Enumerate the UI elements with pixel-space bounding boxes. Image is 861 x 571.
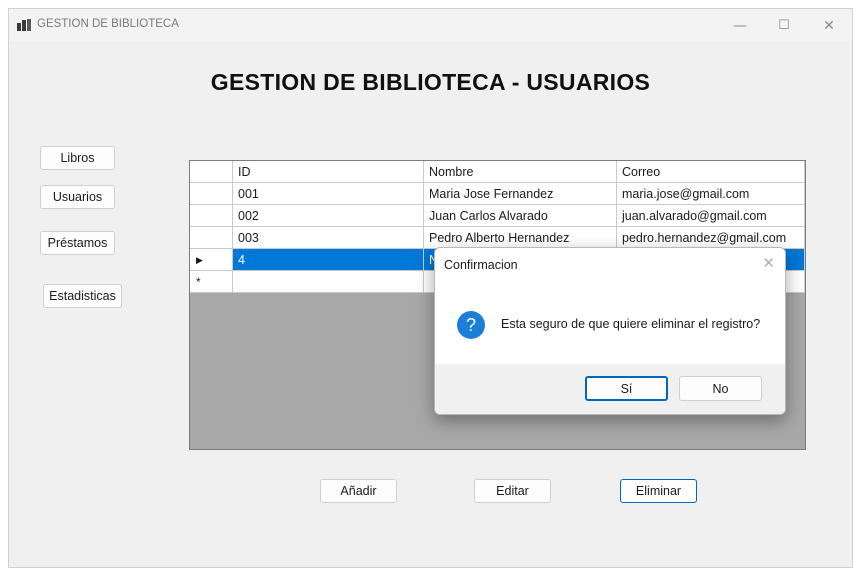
row-header[interactable] — [190, 205, 233, 227]
table-row[interactable]: 001 Maria Jose Fernandez maria.jose@gmai… — [190, 183, 805, 205]
cell-nombre[interactable]: Maria Jose Fernandez — [424, 183, 617, 205]
row-header[interactable] — [190, 227, 233, 249]
dialog-message: Esta seguro de que quiere eliminar el re… — [501, 317, 761, 331]
usuarios-button[interactable]: Usuarios — [40, 185, 115, 209]
dialog-title: Confirmacion — [444, 258, 518, 272]
window-title: GESTION DE BIBLIOTECA — [37, 18, 179, 30]
column-header-id[interactable]: ID — [233, 161, 424, 183]
libros-button[interactable]: Libros — [40, 146, 115, 170]
no-button[interactable]: No — [679, 376, 762, 401]
table-row[interactable]: 003 Pedro Alberto Hernandez pedro.hernan… — [190, 227, 805, 249]
confirm-dialog: Confirmacion ✕ ? Esta seguro de que quie… — [434, 247, 786, 415]
column-header-nombre[interactable]: Nombre — [424, 161, 617, 183]
table-row[interactable]: 002 Juan Carlos Alvarado juan.alvarado@g… — [190, 205, 805, 227]
prestamos-button[interactable]: Préstamos — [40, 231, 115, 255]
cell-nombre[interactable]: Pedro Alberto Hernandez — [424, 227, 617, 249]
estadisticas-button[interactable]: Estadisticas — [43, 284, 122, 308]
yes-button[interactable]: Sí — [585, 376, 668, 401]
title-bar: GESTION DE BIBLIOTECA — ☐ ✕ — [9, 9, 852, 41]
app-icon — [17, 19, 31, 31]
dialog-footer: Sí No — [435, 364, 785, 414]
row-header-corner — [190, 161, 233, 183]
page-title: GESTION DE BIBLIOTECA - USUARIOS — [210, 69, 651, 95]
maximize-button[interactable]: ☐ — [766, 15, 802, 37]
grid-header-row: ID Nombre Correo — [190, 161, 805, 183]
cell-id[interactable] — [233, 271, 424, 293]
column-header-correo[interactable]: Correo — [617, 161, 805, 183]
cell-id[interactable]: 4 — [233, 249, 424, 271]
editar-button[interactable]: Editar — [474, 479, 551, 503]
cell-correo[interactable]: maria.jose@gmail.com — [617, 183, 805, 205]
cell-id[interactable]: 003 — [233, 227, 424, 249]
cell-correo[interactable]: juan.alvarado@gmail.com — [617, 205, 805, 227]
new-row-marker-icon[interactable]: * — [190, 271, 233, 293]
minimize-button[interactable]: — — [722, 15, 758, 37]
app-window: GESTION DE BIBLIOTECA — ☐ ✕ GESTION DE B… — [8, 8, 853, 568]
cell-id[interactable]: 001 — [233, 183, 424, 205]
cell-nombre[interactable]: Juan Carlos Alvarado — [424, 205, 617, 227]
question-icon: ? — [457, 311, 485, 339]
anadir-button[interactable]: Añadir — [320, 479, 397, 503]
dialog-close-icon[interactable]: ✕ — [762, 254, 775, 272]
cell-id[interactable]: 002 — [233, 205, 424, 227]
cell-correo[interactable]: pedro.hernandez@gmail.com — [617, 227, 805, 249]
selected-row-arrow-icon[interactable]: ▶ — [190, 249, 233, 271]
eliminar-button[interactable]: Eliminar — [620, 479, 697, 503]
close-button[interactable]: ✕ — [811, 15, 847, 37]
row-header[interactable] — [190, 183, 233, 205]
